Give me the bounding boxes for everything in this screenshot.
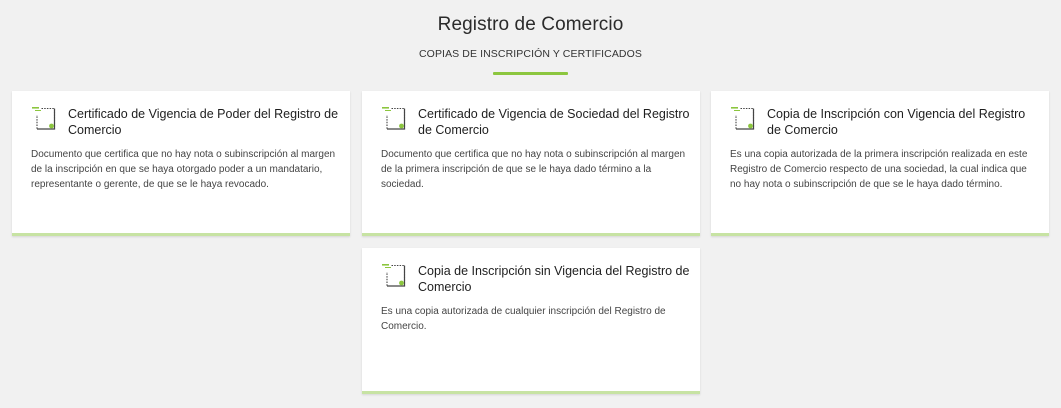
document-icon bbox=[382, 264, 406, 287]
card-copia-sin-vigencia[interactable]: Copia de Inscripción sin Vigencia del Re… bbox=[362, 248, 700, 394]
card-title: Certificado de Vigencia de Poder del Reg… bbox=[68, 107, 339, 137]
card-description: Documento que certifica que no hay nota … bbox=[31, 149, 336, 190]
page-title: Registro de Comercio bbox=[437, 14, 624, 35]
document-icon bbox=[32, 107, 56, 130]
card-description: Es una copia autorizada de cualquier ins… bbox=[381, 306, 666, 332]
card-title: Copia de Inscripción sin Vigencia del Re… bbox=[418, 264, 690, 294]
card-vigencia-sociedad[interactable]: Certificado de Vigencia de Sociedad del … bbox=[362, 91, 700, 236]
document-icon bbox=[731, 107, 755, 130]
document-icon bbox=[382, 107, 406, 130]
card-description: Es una copia autorizada de la primera in… bbox=[730, 149, 1028, 190]
card-description: Documento que certifica que no hay nota … bbox=[381, 149, 686, 190]
card-copia-con-vigencia[interactable]: Copia de Inscripción con Vigencia del Re… bbox=[711, 91, 1049, 236]
card-vigencia-poder[interactable]: Certificado de Vigencia de Poder del Reg… bbox=[12, 91, 350, 236]
card-title: Certificado de Vigencia de Sociedad del … bbox=[418, 107, 690, 137]
page-subtitle: COPIAS DE INSCRIPCIÓN Y CERTIFICADOS bbox=[419, 48, 642, 60]
card-title: Copia de Inscripción con Vigencia del Re… bbox=[767, 107, 1026, 137]
title-underline bbox=[493, 72, 568, 75]
